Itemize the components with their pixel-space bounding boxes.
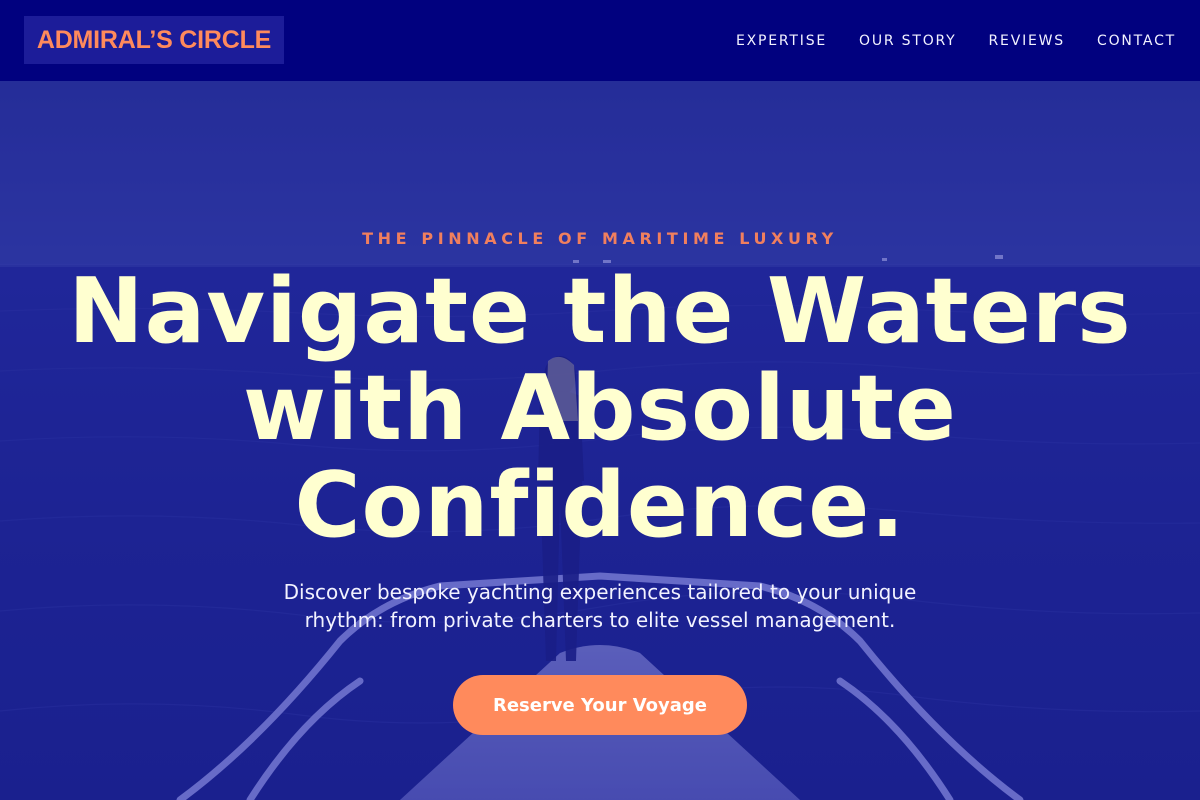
nav-link-reviews[interactable]: REVIEWS [989,33,1065,49]
site-header: ADMIRAL’S CIRCLE EXPERTISE OUR STORY REV… [0,0,1200,81]
hero-eyebrow: THE PINNACLE OF MARITIME LUXURY [362,229,838,248]
hero-headline-line-2: with Absolute [243,356,957,461]
nav-link-our-story[interactable]: OUR STORY [859,33,957,49]
hero-headline-line-3: Confidence. [294,453,906,558]
logo[interactable]: ADMIRAL’S CIRCLE [24,16,284,64]
reserve-voyage-button[interactable]: Reserve Your Voyage [453,675,747,735]
hero-section: THE PINNACLE OF MARITIME LUXURY Navigate… [0,81,1200,800]
nav-link-contact[interactable]: CONTACT [1097,33,1176,49]
hero-headline: Navigate the Waters with Absolute Confid… [30,263,1170,554]
nav-link-expertise[interactable]: EXPERTISE [736,33,827,49]
hero-subtext-line-2: rhythm: from private charters to elite v… [304,608,896,632]
hero-headline-line-1: Navigate the Waters [68,259,1132,364]
hero-subtext: Discover bespoke yachting experiences ta… [270,578,930,634]
main-nav: EXPERTISE OUR STORY REVIEWS CONTACT [736,0,1176,81]
hero-subtext-line-1: Discover bespoke yachting experiences ta… [283,580,917,604]
